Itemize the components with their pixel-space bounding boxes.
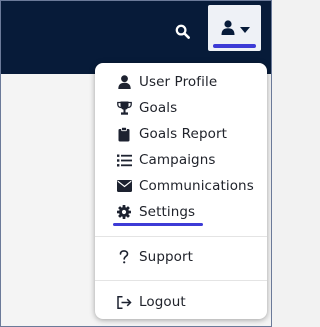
clipboard-icon <box>116 126 132 142</box>
user-dropdown-menu: User Profile Goals Goals Report Campaign… <box>95 63 267 319</box>
user-icon <box>116 74 132 90</box>
caret-down-icon <box>240 27 250 33</box>
menu-item-support[interactable]: Support <box>95 245 267 269</box>
user-icon <box>221 20 235 35</box>
search-icon <box>175 24 190 39</box>
menu-item-label: Communications <box>139 178 254 194</box>
menu-item-logout[interactable]: Logout <box>95 290 267 314</box>
sign-out-icon <box>116 294 132 310</box>
menu-item-label: User Profile <box>139 74 218 90</box>
menu-item-label: Campaigns <box>139 152 216 168</box>
menu-item-label: Settings <box>139 204 196 220</box>
trophy-icon <box>116 100 132 116</box>
search-button[interactable] <box>168 17 196 45</box>
menu-item-label: Goals Report <box>139 126 228 142</box>
menu-divider <box>95 236 267 237</box>
menu-item-label: Support <box>139 249 194 265</box>
menu-item-communications[interactable]: Communications <box>95 174 267 198</box>
menu-item-label: Goals <box>139 100 178 116</box>
question-icon <box>116 249 132 265</box>
menu-divider <box>95 280 267 281</box>
settings-active-underline <box>113 223 203 226</box>
menu-item-goals-report[interactable]: Goals Report <box>95 122 267 146</box>
menu-item-settings[interactable]: Settings <box>95 200 267 224</box>
active-indicator <box>213 44 256 48</box>
menu-item-label: Logout <box>139 294 186 310</box>
app-frame: User Profile Goals Goals Report Campaign… <box>0 0 272 327</box>
menu-item-goals[interactable]: Goals <box>95 96 267 120</box>
menu-item-user-profile[interactable]: User Profile <box>95 70 267 94</box>
list-icon <box>116 152 132 168</box>
gear-icon <box>116 204 132 220</box>
user-menu-button[interactable] <box>208 5 261 51</box>
envelope-icon <box>116 178 132 194</box>
menu-item-campaigns[interactable]: Campaigns <box>95 148 267 172</box>
